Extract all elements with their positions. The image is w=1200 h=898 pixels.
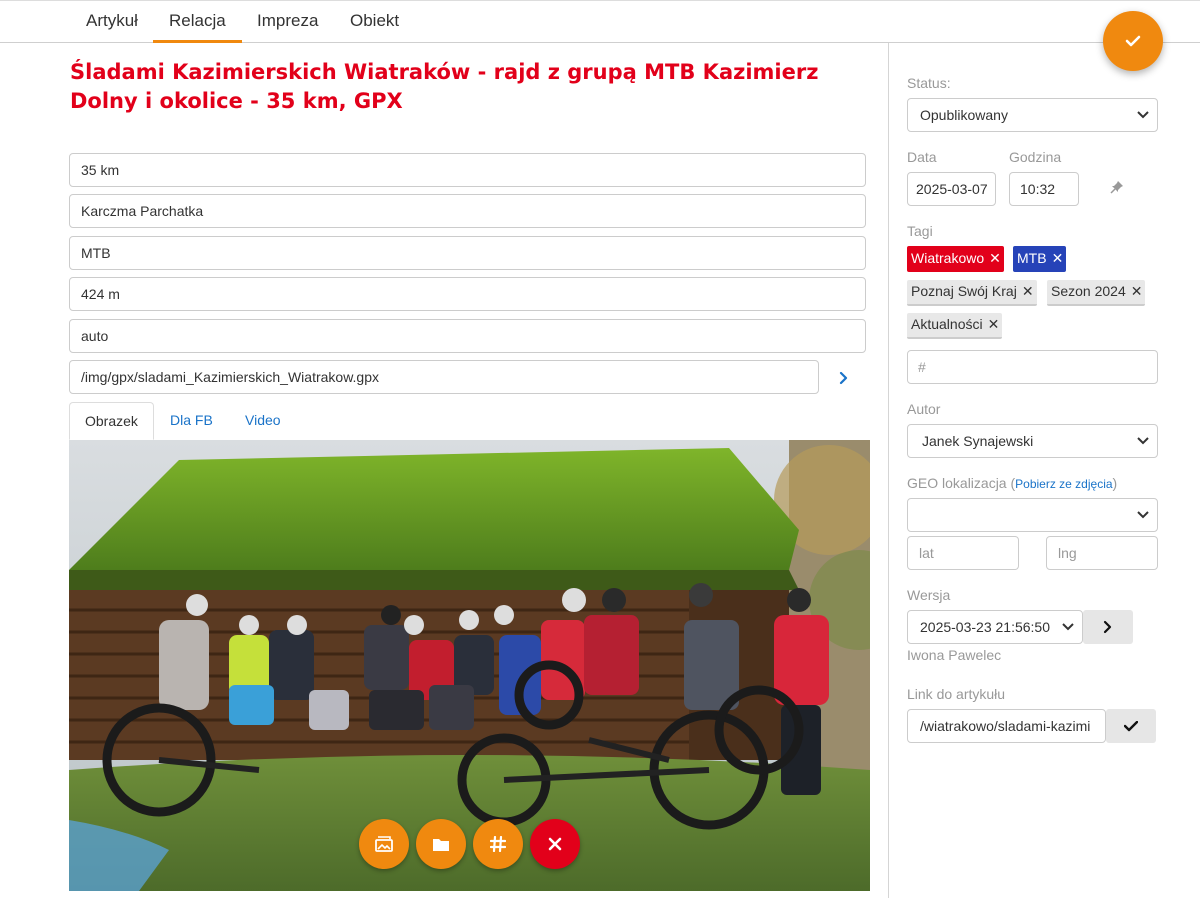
pin-button[interactable]: [1110, 180, 1124, 197]
date-input[interactable]: 2025-03-07: [907, 172, 996, 206]
article-link-label: Link do artykułu: [907, 686, 1006, 702]
start-location-field[interactable]: Karczma Parchatka: [69, 194, 866, 228]
confirm-link-button[interactable]: [1106, 709, 1156, 743]
remove-tag-icon[interactable]: ✕: [989, 250, 1001, 266]
remove-tag-icon[interactable]: ✕: [1022, 283, 1034, 299]
remove-tag-icon[interactable]: ✕: [988, 316, 1000, 332]
group-photo-illustration: [69, 440, 870, 891]
browse-folder-button[interactable]: [416, 819, 466, 869]
pin-icon: [1110, 181, 1123, 194]
transport-field[interactable]: auto: [69, 319, 866, 353]
tag-chip: MTB ✕: [1013, 246, 1067, 272]
date-label: Data: [907, 149, 937, 165]
tab-video[interactable]: Video: [230, 402, 296, 440]
geo-select[interactable]: [907, 498, 1158, 532]
version-restore-button[interactable]: [1083, 610, 1133, 644]
hashtag-icon: [490, 836, 506, 852]
version-author: Iwona Pawelec: [907, 647, 1002, 663]
tab-relacja[interactable]: Relacja: [153, 1, 242, 43]
tag-label: Wiatrakowo: [911, 250, 985, 266]
author-value: Janek Synajewski: [922, 433, 1034, 449]
chevron-right-icon: [1103, 620, 1112, 634]
status-select[interactable]: Opublikowany: [907, 98, 1158, 132]
article-photo: [69, 440, 870, 891]
version-label: Wersja: [907, 587, 951, 603]
folder-icon: [433, 838, 449, 851]
tag-label: Aktualności: [911, 316, 983, 332]
author-label: Autor: [907, 401, 941, 417]
version-select[interactable]: 2025-03-23 21:56:50: [907, 610, 1083, 644]
status-label: Status:: [907, 75, 951, 91]
tag-label: MTB: [1017, 250, 1047, 266]
page-title: Śladami Kazimierskich Wiatraków - rajd z…: [70, 60, 819, 113]
chevron-down-icon: [1137, 511, 1149, 519]
hashtag-button[interactable]: [473, 819, 523, 869]
check-icon: [1124, 720, 1138, 731]
gpx-path-field[interactable]: /img/gpx/sladami_Kazimierskich_Wiatrakow…: [69, 360, 819, 394]
distance-field[interactable]: 35 km: [69, 153, 866, 187]
image-icon: [375, 836, 393, 852]
tab-obiekt[interactable]: Obiekt: [334, 1, 415, 43]
tab-dla-fb[interactable]: Dla FB: [155, 402, 228, 440]
sidebar-divider: [888, 43, 889, 898]
geo-from-photo-link[interactable]: Pobierz ze zdjęcia: [1015, 477, 1112, 491]
tab-obrazek[interactable]: Obrazek: [69, 402, 154, 440]
lng-input[interactable]: lng: [1046, 536, 1158, 570]
bike-type-field[interactable]: MTB: [69, 236, 866, 270]
save-fab-button[interactable]: [1103, 11, 1163, 71]
tags-label: Tagi: [907, 223, 933, 239]
remove-tag-icon[interactable]: ✕: [1131, 283, 1143, 299]
tag-chip: Aktualności ✕: [907, 313, 1003, 339]
time-label: Godzina: [1009, 149, 1062, 165]
author-select[interactable]: Janek Synajewski: [907, 424, 1158, 458]
tag-label: Poznaj Swój Kraj: [911, 283, 1017, 299]
time-input[interactable]: 10:32: [1009, 172, 1079, 206]
tag-chip: Wiatrakowo ✕: [907, 246, 1004, 272]
tag-chip: Sezon 2024 ✕: [1047, 280, 1146, 306]
chevron-down-icon: [1062, 623, 1074, 631]
elevation-field[interactable]: 424 m: [69, 277, 866, 311]
tab-artykul[interactable]: Artykuł: [70, 1, 154, 43]
tag-chip: Poznaj Swój Kraj ✕: [907, 280, 1037, 306]
geo-label: GEO lokalizacja (Pobierz ze zdjęcia): [907, 475, 1118, 491]
close-icon: [548, 837, 562, 851]
tab-impreza[interactable]: Impreza: [241, 1, 334, 43]
lat-input[interactable]: lat: [907, 536, 1019, 570]
article-link-input[interactable]: /wiatrakowo/sladami-kazimi: [907, 709, 1106, 743]
remove-image-button[interactable]: [530, 819, 580, 869]
top-tab-bar: Artykuł Relacja Impreza Obiekt: [0, 0, 1200, 43]
remove-tag-icon[interactable]: ✕: [1052, 250, 1064, 266]
tag-label: Sezon 2024: [1051, 283, 1126, 299]
tag-input[interactable]: #: [907, 350, 1158, 384]
gpx-open-button[interactable]: [834, 367, 854, 389]
chevron-right-icon: [839, 371, 848, 385]
chevron-down-icon: [1137, 111, 1149, 119]
status-value: Opublikowany: [920, 107, 1008, 123]
choose-image-button[interactable]: [359, 819, 409, 869]
check-icon: [1125, 35, 1141, 47]
chevron-down-icon: [1137, 437, 1149, 445]
version-value: 2025-03-23 21:56:50: [920, 619, 1050, 635]
